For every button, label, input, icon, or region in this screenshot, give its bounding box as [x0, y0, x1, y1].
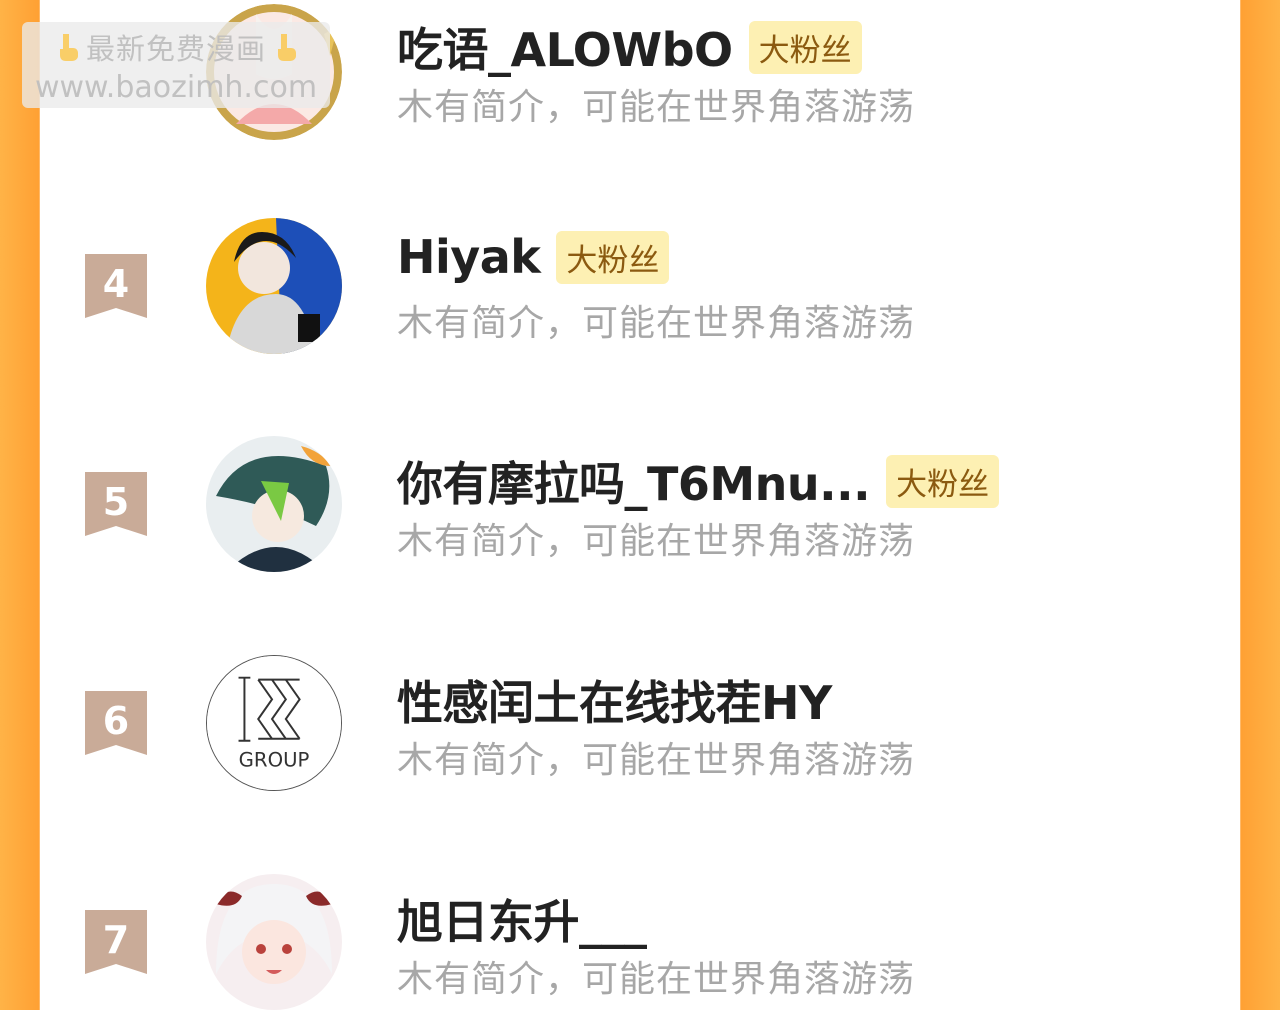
- rank-ribbon: 7: [85, 910, 147, 974]
- fan-row[interactable]: 6 GROUP 性感闰土在线找茬HY 木有简介，可能在世界角落游荡: [0, 651, 1280, 791]
- watermark-line2: www.baozimh.com: [34, 69, 318, 105]
- rank-ribbon: 5: [85, 472, 147, 536]
- avatar[interactable]: [206, 874, 342, 1010]
- avatar[interactable]: [206, 218, 342, 354]
- avatar[interactable]: GROUP: [206, 655, 342, 791]
- rank-number: 5: [102, 480, 130, 524]
- fan-bio: 木有简介，可能在世界角落游荡: [397, 87, 916, 128]
- fan-name[interactable]: Hiyak: [397, 230, 541, 284]
- watermark: 最新免费漫画 www.baozimh.com: [22, 22, 330, 108]
- fan-name[interactable]: 你有摩拉吗_T6Mnu...: [397, 448, 871, 514]
- fan-row[interactable]: 4 Hiyak 大粉丝 木有简介，可能在世界角落游荡: [0, 214, 1280, 354]
- rank-ribbon: 4: [85, 254, 147, 318]
- anime-avatar-icon: [206, 436, 342, 572]
- rank-number: 6: [102, 699, 130, 743]
- fan-name[interactable]: 吃语_ALOWbO: [397, 14, 733, 80]
- anime-avatar-icon: [206, 218, 342, 354]
- rank-ribbon: 6: [85, 691, 147, 755]
- fan-bio: 木有简介，可能在世界角落游荡: [397, 521, 916, 562]
- group-logo-icon: GROUP: [207, 656, 341, 790]
- fan-badge: 大粉丝: [886, 454, 1000, 508]
- fan-bio: 木有简介，可能在世界角落游荡: [397, 959, 916, 1000]
- fan-bio: 木有简介，可能在世界角落游荡: [397, 740, 916, 781]
- fan-badge: 大粉丝: [556, 230, 670, 284]
- fan-row[interactable]: 5 你有摩拉吗_T6Mnu... 大粉丝 木有简介，可能在世界角落游荡: [0, 432, 1280, 572]
- rank-number: 7: [102, 918, 130, 962]
- fan-row[interactable]: 7 旭日东升___ 木有简介，可能在世界角落游荡: [0, 870, 1280, 1010]
- fan-name[interactable]: 旭日东升___: [397, 886, 647, 952]
- pointing-down-icon: [54, 32, 80, 62]
- avatar-text: GROUP: [239, 748, 310, 771]
- fan-name[interactable]: 性感闰土在线找茬HY: [397, 667, 832, 733]
- rank-number: 4: [102, 262, 130, 306]
- pointing-down-icon: [272, 32, 298, 62]
- avatar[interactable]: [206, 436, 342, 572]
- fan-badge: 大粉丝: [748, 20, 862, 74]
- fan-bio: 木有简介，可能在世界角落游荡: [397, 303, 916, 344]
- anime-avatar-icon: [206, 874, 342, 1010]
- watermark-line1: 最新免费漫画: [85, 31, 266, 66]
